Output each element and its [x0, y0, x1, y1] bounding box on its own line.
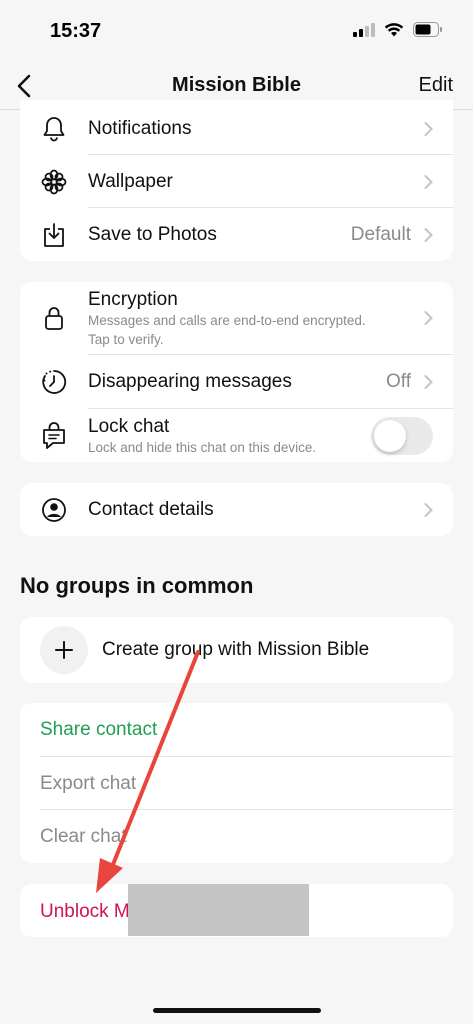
edit-button[interactable]: Edit	[419, 74, 453, 97]
chevron-right-icon	[424, 227, 433, 242]
home-indicator	[153, 1008, 321, 1013]
chevron-right-icon	[424, 174, 433, 189]
chat-lock-icon	[40, 421, 68, 450]
status-time: 15:37	[50, 20, 102, 42]
groups-section-title: No groups in common	[20, 573, 254, 598]
timer-icon	[40, 368, 68, 396]
status-icons	[353, 22, 443, 37]
contact-details-label: Contact details	[88, 498, 214, 520]
wallpaper-row[interactable]: Wallpaper	[20, 155, 453, 208]
encryption-row[interactable]: Encryption Messages and calls are end-to…	[20, 282, 453, 354]
encryption-label: Encryption	[88, 289, 178, 310]
wifi-icon	[384, 23, 404, 37]
divider	[40, 809, 453, 810]
create-group-row[interactable]: Create group with Mission Bible	[20, 617, 453, 683]
save-to-photos-value: Default	[350, 223, 411, 245]
encryption-subtitle: Messages and calls are end-to-end encryp…	[88, 313, 366, 328]
redaction-box	[128, 884, 309, 936]
battery-icon	[413, 22, 442, 37]
create-group-label: Create group with Mission Bible	[102, 639, 370, 660]
status-bar: 15:37	[0, 0, 473, 62]
export-chat-button[interactable]: Export chat	[40, 773, 136, 795]
chat-actions-card: Share contact Export chat Clear chat	[20, 703, 453, 863]
chevron-right-icon	[424, 374, 433, 389]
notifications-label: Notifications	[88, 117, 192, 139]
disappearing-messages-value: Off	[386, 370, 411, 392]
lock-chat-label: Lock chat	[88, 416, 170, 437]
lock-chat-row: Lock chat Lock and hide this chat on thi…	[20, 409, 453, 462]
divider	[40, 756, 453, 757]
chevron-right-icon	[424, 121, 433, 136]
wallpaper-label: Wallpaper	[88, 170, 173, 192]
chevron-right-icon	[424, 311, 433, 325]
lock-chat-toggle[interactable]	[371, 417, 433, 455]
flower-icon	[40, 168, 68, 196]
share-contact-button[interactable]: Share contact	[40, 719, 157, 741]
cellular-signal-icon	[353, 22, 375, 37]
plus-icon	[40, 626, 88, 674]
bell-icon	[40, 115, 68, 143]
privacy-settings-card: Encryption Messages and calls are end-to…	[20, 282, 453, 462]
disappearing-messages-label: Disappearing messages	[88, 370, 292, 392]
contact-details-row[interactable]: Contact details	[20, 483, 453, 536]
person-circle-icon	[40, 496, 68, 524]
encryption-subtitle-2: Tap to verify.	[88, 332, 164, 347]
contact-card: Contact details	[20, 483, 453, 536]
lock-icon	[40, 304, 68, 332]
clear-chat-button[interactable]: Clear chat	[40, 826, 127, 848]
media-settings-card: Notifications Wallpaper Save to Photos D…	[20, 100, 453, 261]
notifications-row[interactable]: Notifications	[20, 102, 453, 155]
download-icon	[40, 221, 68, 249]
create-group-card: Create group with Mission Bible	[20, 617, 453, 683]
lock-chat-subtitle: Lock and hide this chat on this device.	[88, 440, 317, 455]
chevron-right-icon	[424, 502, 433, 517]
page-title: Mission Bible	[172, 74, 301, 96]
toggle-knob	[374, 420, 406, 452]
save-to-photos-label: Save to Photos	[88, 223, 217, 245]
disappearing-messages-row[interactable]: Disappearing messages Off	[20, 355, 453, 408]
save-to-photos-row[interactable]: Save to Photos Default	[20, 208, 453, 261]
